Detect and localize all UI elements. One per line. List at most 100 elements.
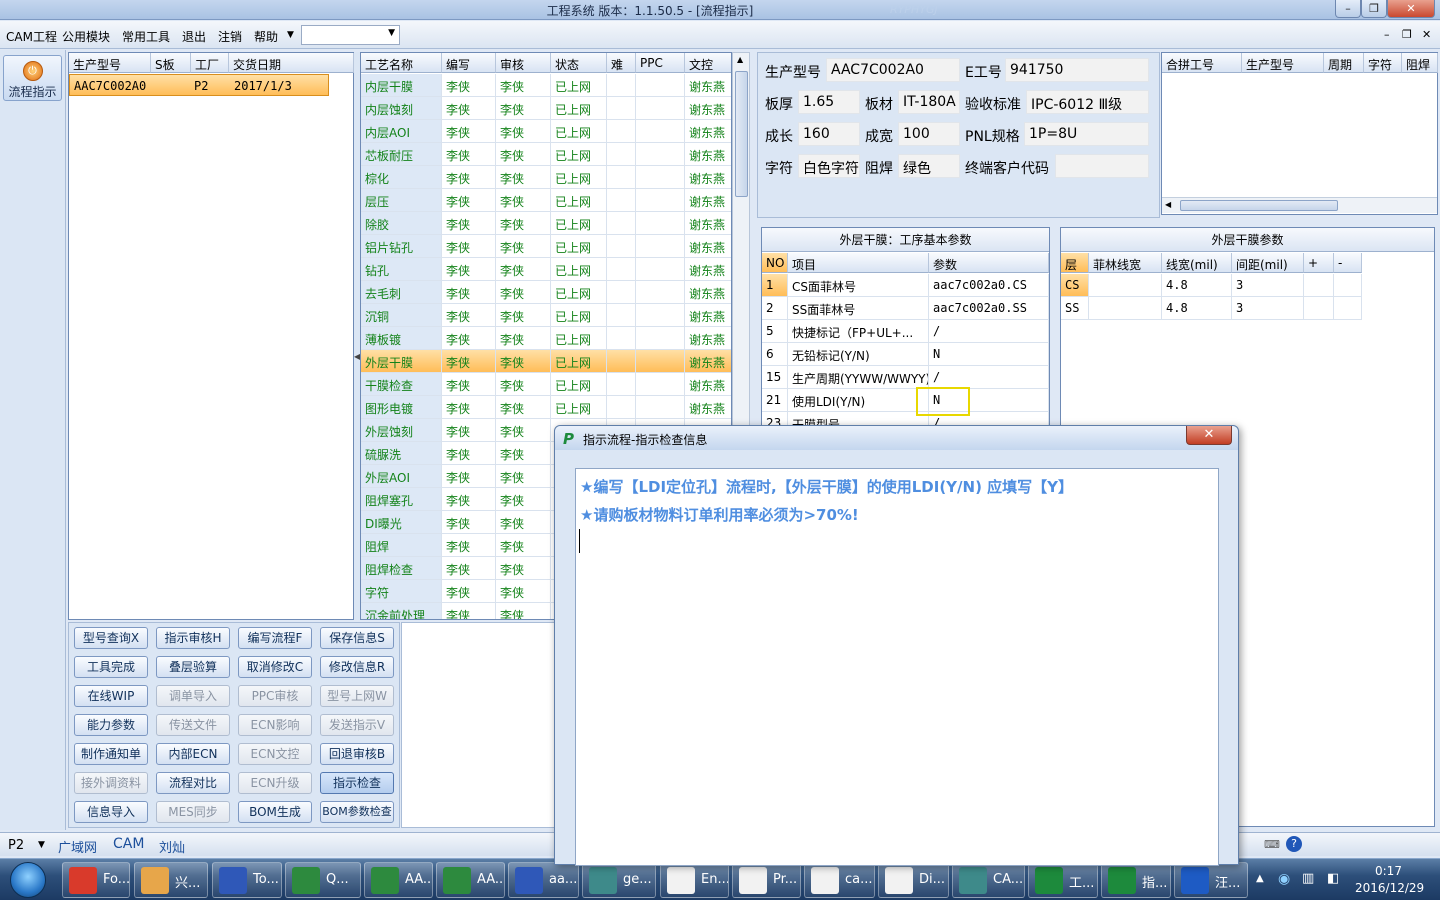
action-button-17[interactable]: 内部ECN: [156, 743, 230, 765]
action-button-10[interactable]: PPC审核: [238, 685, 312, 707]
table-cell[interactable]: 4.8: [1162, 274, 1232, 297]
menu-logout[interactable]: 注销: [218, 28, 242, 45]
dialog-title-bar[interactable]: P 指示流程-指示检查信息 ✕: [555, 426, 1238, 450]
col-header[interactable]: 状态: [551, 53, 607, 73]
col-header[interactable]: 交货日期: [229, 53, 354, 73]
action-button-23[interactable]: 指示检查: [320, 772, 394, 794]
col-header[interactable]: 生产型号: [69, 53, 151, 73]
col-header[interactable]: 文控: [685, 53, 731, 73]
table-cell[interactable]: [1089, 274, 1162, 297]
action-button-4[interactable]: 工具完成: [74, 656, 148, 678]
action-button-6[interactable]: 取消修改C: [238, 656, 312, 678]
standard-field[interactable]: IPC-6012 Ⅲ级: [1026, 90, 1149, 114]
action-button-27[interactable]: BOM参数检查: [320, 801, 394, 823]
action-button-13[interactable]: 传送文件: [156, 714, 230, 736]
start-button[interactable]: [2, 860, 54, 900]
maximize-button[interactable]: ❐: [1361, 0, 1387, 18]
action-button-7[interactable]: 修改信息R: [320, 656, 394, 678]
menu-combo[interactable]: ▼: [301, 25, 400, 45]
action-button-18[interactable]: ECN文控: [238, 743, 312, 765]
mdi-minimize-icon[interactable]: –: [1384, 28, 1390, 41]
chevron-down-icon[interactable]: ▼: [38, 840, 45, 850]
col-header[interactable]: 字符: [1364, 53, 1402, 73]
action-button-11[interactable]: 型号上网W: [320, 685, 394, 707]
taskbar-item-4[interactable]: AA...: [364, 862, 433, 898]
model-field[interactable]: AAC7C002A0: [826, 58, 960, 82]
table-cell[interactable]: 3: [1232, 274, 1304, 297]
tray-expand-icon[interactable]: ▲: [1256, 873, 1264, 884]
col-header[interactable]: S板: [151, 53, 191, 73]
length-field[interactable]: 160: [798, 122, 860, 146]
col-header[interactable]: 审核: [496, 53, 551, 73]
table-cell[interactable]: /: [929, 320, 1049, 343]
taskbar-item-9[interactable]: Pr...: [732, 862, 801, 898]
keyboard-icon[interactable]: ⌨: [1264, 838, 1280, 851]
col-header[interactable]: 线宽(mil): [1162, 253, 1232, 273]
col-header[interactable]: 参数: [929, 253, 1049, 273]
clock-time[interactable]: 0:17: [1375, 864, 1402, 878]
action-button-15[interactable]: 发送指示V: [320, 714, 394, 736]
taskbar-item-2[interactable]: To...: [212, 862, 282, 898]
material-field[interactable]: IT-180A: [898, 90, 960, 114]
eno-field[interactable]: 941750: [1005, 58, 1149, 82]
col-header[interactable]: 工厂: [191, 53, 229, 73]
col-header[interactable]: 合拼工号: [1162, 53, 1242, 73]
action-button-2[interactable]: 编写流程F: [238, 627, 312, 649]
taskbar-item-15[interactable]: 汪...: [1174, 862, 1248, 898]
col-header[interactable]: 生产型号: [1242, 53, 1324, 73]
close-button[interactable]: ✕: [1387, 0, 1435, 18]
action-button-25[interactable]: MES同步: [156, 801, 230, 823]
action-button-3[interactable]: 保存信息S: [320, 627, 394, 649]
col-header[interactable]: 阻焊: [1402, 53, 1438, 73]
col-header[interactable]: 层: [1061, 253, 1089, 273]
taskbar-item-3[interactable]: Q...: [285, 862, 361, 898]
table-cell[interactable]: [1334, 274, 1362, 297]
network-icon[interactable]: ▥: [1302, 871, 1314, 886]
action-button-12[interactable]: 能力参数: [74, 714, 148, 736]
table-cell[interactable]: /: [929, 366, 1049, 389]
action-button-21[interactable]: 流程对比: [156, 772, 230, 794]
col-header[interactable]: +: [1304, 253, 1334, 273]
dialog-message-area[interactable]: ★编写【LDI定位孔】流程时,【外层干膜】的使用LDI(Y/N) 应填写【Y】 …: [575, 468, 1219, 866]
menu-public[interactable]: 公用模块: [62, 28, 110, 45]
action-button-20[interactable]: 接外调资料: [74, 772, 148, 794]
table-cell[interactable]: aac7c002a0.SS: [929, 297, 1049, 320]
table-cell[interactable]: 4.8: [1162, 297, 1232, 320]
action-button-22[interactable]: ECN升级: [238, 772, 312, 794]
help-icon[interactable]: ?: [1286, 836, 1302, 852]
menu-tools[interactable]: 常用工具: [122, 28, 170, 45]
width-field[interactable]: 100: [898, 122, 960, 146]
action-button-8[interactable]: 在线WIP: [74, 685, 148, 707]
table-cell[interactable]: CS: [1061, 274, 1089, 297]
col-header[interactable]: 难: [607, 53, 636, 73]
volume-icon[interactable]: ◧: [1327, 871, 1339, 886]
action-button-24[interactable]: 信息导入: [74, 801, 148, 823]
action-button-1[interactable]: 指示审核H: [156, 627, 230, 649]
table-cell[interactable]: 3: [1232, 297, 1304, 320]
taskbar-item-0[interactable]: Fo...: [62, 862, 130, 898]
mdi-restore-icon[interactable]: ❐: [1402, 28, 1412, 41]
scroll-left-icon[interactable]: ◀: [1165, 200, 1171, 209]
action-button-16[interactable]: 制作通知单: [74, 743, 148, 765]
taskbar-item-11[interactable]: Di...: [878, 862, 949, 898]
menu-cam[interactable]: CAM工程: [6, 28, 57, 45]
scroll-up-icon[interactable]: ▲: [737, 55, 743, 64]
taskbar-item-5[interactable]: AA...: [436, 862, 505, 898]
taskbar-item-10[interactable]: ca...: [804, 862, 875, 898]
factory-selector[interactable]: P2: [8, 838, 24, 853]
action-button-19[interactable]: 回退审核B: [320, 743, 394, 765]
merge-hscrollbar[interactable]: ◀: [1162, 197, 1437, 213]
scroll-thumb[interactable]: [1180, 200, 1338, 211]
col-header[interactable]: 编写: [442, 53, 496, 73]
table-cell[interactable]: [1304, 274, 1334, 297]
action-button-14[interactable]: ECN影响: [238, 714, 312, 736]
table-cell[interactable]: SS: [1061, 297, 1089, 320]
mask-field[interactable]: 绿色: [898, 154, 960, 178]
col-header[interactable]: NO: [762, 253, 788, 273]
menu-help[interactable]: 帮助: [254, 28, 278, 45]
col-header[interactable]: 工艺名称: [361, 53, 442, 73]
menu-overflow-icon[interactable]: ▼: [287, 30, 294, 40]
minimize-button[interactable]: –: [1335, 0, 1361, 18]
customer-field[interactable]: [1055, 154, 1149, 178]
action-button-26[interactable]: BOM生成: [238, 801, 312, 823]
